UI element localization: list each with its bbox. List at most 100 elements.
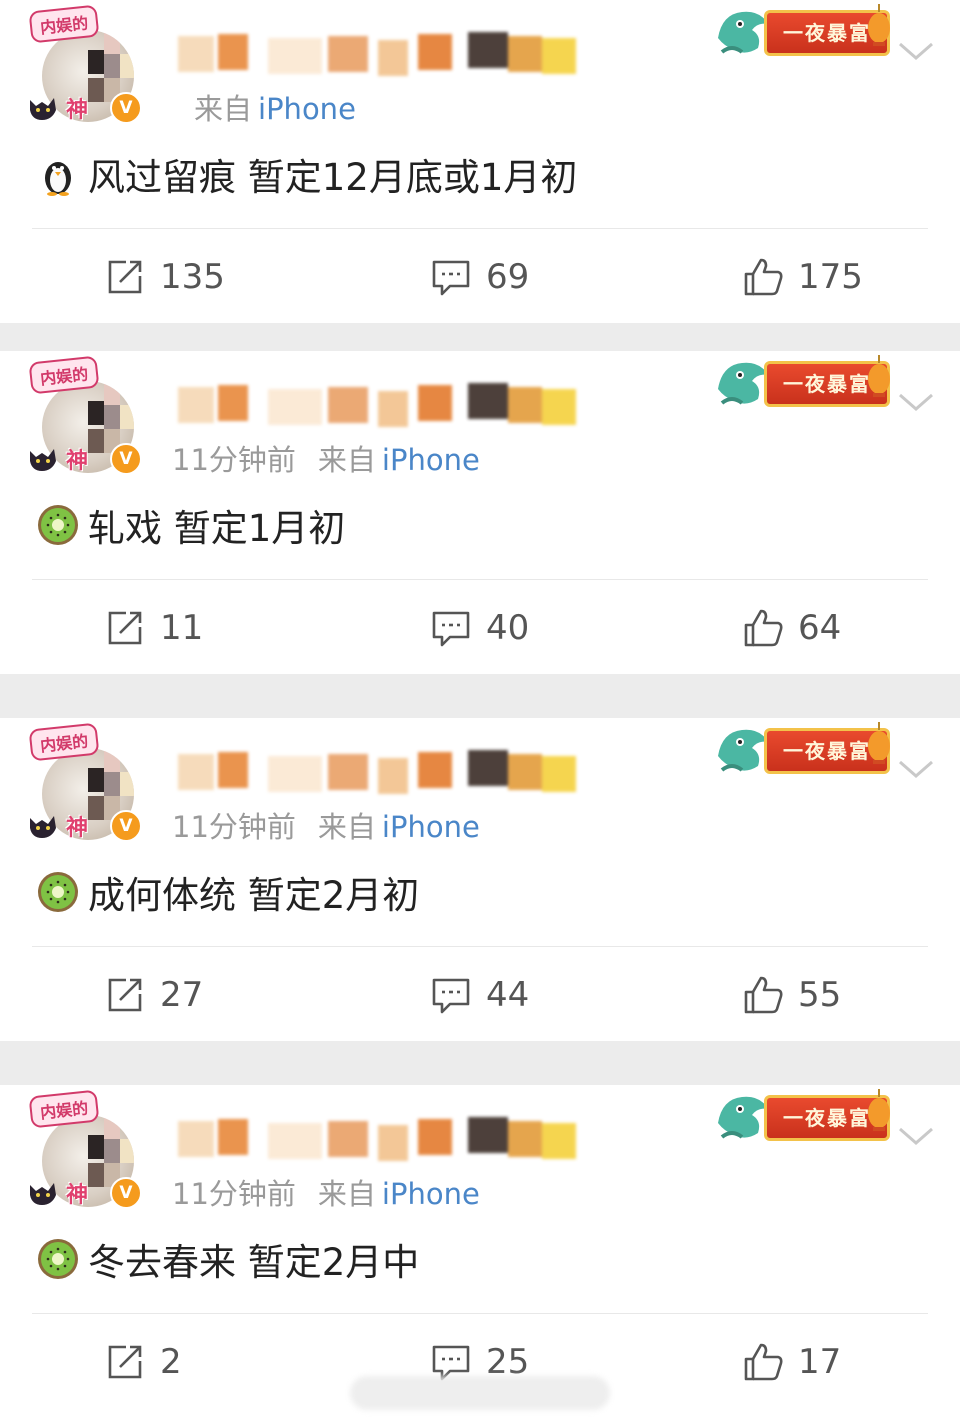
kiwi-icon: [36, 1237, 80, 1281]
divider: [32, 579, 928, 580]
divider: [32, 946, 928, 947]
festival-banner[interactable]: 一夜暴富: [712, 0, 892, 60]
like-button[interactable]: 17: [742, 1315, 841, 1408]
post-time: 11分钟前: [172, 810, 296, 844]
post-meta: 来自 iPhone: [172, 86, 356, 128]
repost-count: 2: [160, 1341, 182, 1382]
chevron-down-icon[interactable]: [896, 1121, 936, 1151]
avatar-frame-label: 神: [66, 449, 89, 474]
post-time: 11分钟前: [172, 1177, 296, 1211]
avatar[interactable]: 内娱的 神 V: [28, 1089, 146, 1211]
comment-icon: [432, 978, 470, 1013]
verified-badge: V: [110, 92, 142, 124]
avatar[interactable]: 内娱的 神 V: [28, 355, 146, 477]
source-device-link[interactable]: iPhone: [382, 443, 480, 477]
black-cat-icon: [30, 449, 56, 471]
comment-button[interactable]: 40: [430, 581, 529, 674]
verified-badge: V: [110, 443, 142, 475]
avatar[interactable]: 内娱的 神 V: [28, 4, 146, 126]
post-text: 轧戏 暂定1月初: [88, 507, 346, 550]
comment-count: 40: [486, 607, 530, 648]
thumbs-up-icon: [744, 1343, 783, 1380]
repost-count: 135: [160, 256, 225, 297]
lantern-icon: [868, 1089, 890, 1131]
lantern-icon: [868, 722, 890, 764]
repost-icon: [108, 1345, 142, 1378]
verified-badge: V: [110, 810, 142, 842]
avatar[interactable]: 内娱的 神 V: [28, 722, 146, 844]
username-redacted[interactable]: [178, 748, 578, 794]
post-card[interactable]: 内娱的 神 V 11分钟前 来自 iPhone: [0, 351, 960, 674]
chevron-down-icon[interactable]: [896, 36, 936, 66]
post-content: 冬去春来 暂定2月中: [36, 1235, 419, 1291]
thumbs-up-icon: [744, 258, 783, 295]
comment-count: 69: [486, 256, 530, 297]
watermark: [350, 1376, 610, 1410]
kiwi-icon: [36, 503, 80, 547]
like-count: 175: [798, 256, 863, 297]
repost-button[interactable]: 2: [104, 1315, 182, 1408]
repost-icon: [108, 260, 142, 293]
lantern-icon: [868, 355, 890, 397]
source-label: 来自: [317, 810, 376, 844]
chevron-down-icon[interactable]: [896, 754, 936, 784]
source-device-link[interactable]: iPhone: [258, 92, 356, 126]
comment-icon: [432, 260, 470, 295]
repost-icon: [108, 611, 142, 644]
post-card[interactable]: 内娱的 神 V 11分钟前 来自 iPhone: [0, 1085, 960, 1418]
like-count: 17: [798, 1341, 842, 1382]
repost-button[interactable]: 27: [104, 948, 203, 1041]
black-cat-icon: [30, 98, 56, 120]
post-card[interactable]: 内娱的 神 V 来自 iPhone 一夜暴富 风过留痕 暂定12月底或1月初 1…: [0, 0, 960, 323]
divider: [32, 1313, 928, 1314]
thumbs-up-icon: [744, 976, 783, 1013]
source-label: 来自: [317, 443, 376, 477]
username-redacted[interactable]: [178, 381, 578, 427]
repost-count: 27: [160, 974, 204, 1015]
chevron-down-icon[interactable]: [896, 387, 936, 417]
lantern-icon: [868, 4, 890, 46]
source-label: 来自: [317, 1177, 376, 1211]
black-cat-icon: [30, 816, 56, 838]
festival-banner[interactable]: 一夜暴富: [712, 351, 892, 411]
comment-button[interactable]: 69: [430, 230, 529, 323]
source-device-link[interactable]: iPhone: [382, 1177, 480, 1211]
kiwi-icon: [36, 870, 80, 914]
weibo-feed: 内娱的 神 V 来自 iPhone 一夜暴富 风过留痕 暂定12月底或1月初 1…: [0, 0, 960, 1418]
thumbs-up-icon: [744, 609, 783, 646]
like-button[interactable]: 175: [742, 230, 863, 323]
repost-button[interactable]: 11: [104, 581, 203, 674]
comment-count: 44: [486, 974, 530, 1015]
post-content: 风过留痕 暂定12月底或1月初: [36, 150, 577, 206]
festival-banner[interactable]: 一夜暴富: [712, 1085, 892, 1145]
avatar-frame-label: 神: [66, 1183, 89, 1208]
black-cat-icon: [30, 1183, 56, 1205]
like-count: 55: [798, 974, 842, 1015]
like-button[interactable]: 64: [742, 581, 841, 674]
repost-count: 11: [160, 607, 204, 648]
festival-banner[interactable]: 一夜暴富: [712, 718, 892, 778]
comment-icon: [432, 611, 470, 646]
action-bar: 11 40 64: [0, 581, 960, 674]
repost-button[interactable]: 135: [104, 230, 225, 323]
post-time: 11分钟前: [172, 443, 296, 477]
username-redacted[interactable]: [178, 30, 578, 76]
post-card[interactable]: 内娱的 神 V 11分钟前 来自 iPhone: [0, 718, 960, 1041]
comment-button[interactable]: 44: [430, 948, 529, 1041]
avatar-frame-label: 神: [66, 816, 89, 841]
penguin-icon: [36, 152, 80, 196]
post-meta: 11分钟前 来自 iPhone: [172, 437, 480, 479]
repost-icon: [108, 978, 142, 1011]
avatar-frame-label: 神: [66, 98, 89, 123]
username-redacted[interactable]: [178, 1115, 578, 1161]
action-bar: 27 44 55: [0, 948, 960, 1041]
source-label: 来自: [194, 92, 253, 126]
post-content: 成何体统 暂定2月初: [36, 868, 419, 924]
divider: [32, 228, 928, 229]
post-text: 风过留痕 暂定12月底或1月初: [88, 156, 578, 199]
action-bar: 135 69 175: [0, 230, 960, 323]
like-button[interactable]: 55: [742, 948, 841, 1041]
post-meta: 11分钟前 来自 iPhone: [172, 804, 480, 846]
source-device-link[interactable]: iPhone: [382, 810, 480, 844]
like-count: 64: [798, 607, 842, 648]
